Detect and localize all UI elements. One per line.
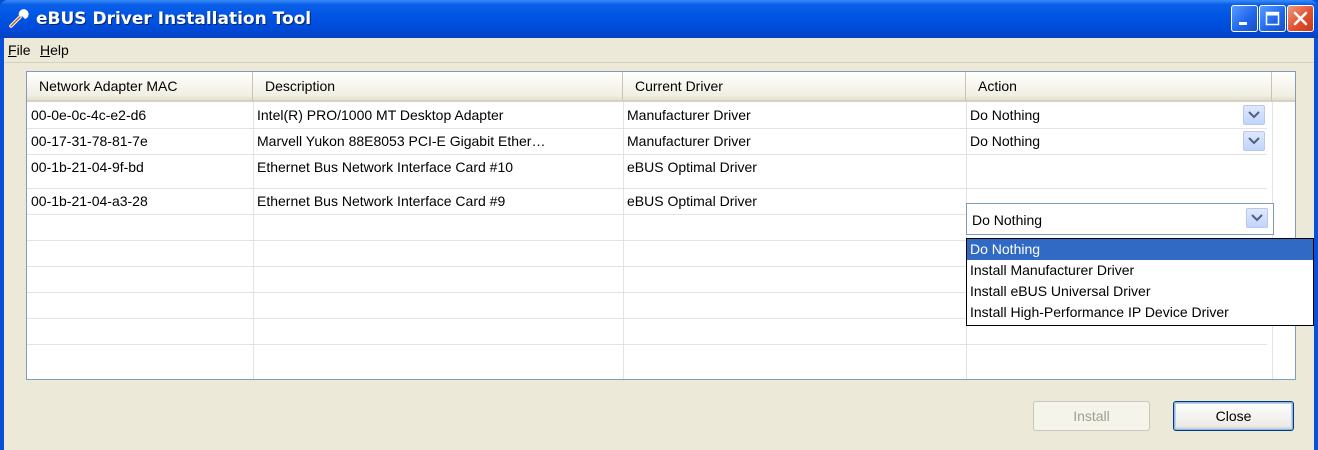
mac-cell: 00-1b-21-04-9f-bd <box>31 159 144 175</box>
column-header-current-driver[interactable]: Current Driver <box>623 72 966 102</box>
close-window-button[interactable] <box>1287 5 1314 32</box>
dropdown-option-install-manufacturer[interactable]: Install Manufacturer Driver <box>967 260 1313 281</box>
mac-cell: 00-0e-0c-4c-e2-d6 <box>31 107 147 123</box>
action-combo[interactable]: Do Nothing <box>966 102 1236 128</box>
wrench-icon <box>9 9 29 28</box>
title-bar[interactable]: eBUS Driver Installation Tool <box>0 0 1318 38</box>
mac-cell: 00-17-31-78-81-7e <box>31 133 148 149</box>
menu-bar: File Help <box>4 38 1314 63</box>
app-window: eBUS Driver Installation Tool File Help … <box>0 0 1318 450</box>
menu-help[interactable]: Help <box>40 42 69 58</box>
action-combo-active[interactable]: Do Nothing <box>966 203 1274 235</box>
description-cell: Ethernet Bus Network Interface Card #9 <box>257 193 506 209</box>
action-combo[interactable]: Do Nothing <box>966 128 1236 154</box>
window-title: eBUS Driver Installation Tool <box>36 9 312 29</box>
dropdown-option-do-nothing[interactable]: Do Nothing <box>967 239 1313 260</box>
description-cell: Marvell Yukon 88E8053 PCI-E Gigabit Ethe… <box>257 133 546 149</box>
table-row[interactable]: 00-17-31-78-81-7e Marvell Yukon 88E8053 … <box>27 128 1267 155</box>
mac-cell: 00-1b-21-04-a3-28 <box>31 193 148 209</box>
minimize-button[interactable] <box>1231 5 1258 32</box>
menu-file[interactable]: File <box>8 42 31 58</box>
dropdown-option-install-ebus-universal[interactable]: Install eBUS Universal Driver <box>967 281 1313 302</box>
combo-selected-value: Do Nothing <box>972 212 1043 228</box>
maximize-icon <box>1265 11 1280 26</box>
driver-cell: eBUS Optimal Driver <box>627 159 757 175</box>
table-row[interactable]: 00-0e-0c-4c-e2-d6 Intel(R) PRO/1000 MT D… <box>27 102 1267 129</box>
menu-file-accel: F <box>8 42 17 58</box>
menu-file-label: ile <box>16 42 31 58</box>
menu-help-label: elp <box>50 42 69 58</box>
minimize-icon <box>1239 22 1247 25</box>
combo-dropdown-button[interactable] <box>1243 105 1265 125</box>
combo-dropdown-button[interactable] <box>1243 131 1265 151</box>
driver-cell: eBUS Optimal Driver <box>627 193 757 209</box>
maximize-button[interactable] <box>1259 5 1286 32</box>
chevron-down-icon <box>1248 137 1260 145</box>
column-header-mac[interactable]: Network Adapter MAC <box>27 72 253 102</box>
dropdown-option-install-high-performance[interactable]: Install High-Performance IP Device Drive… <box>967 302 1313 323</box>
description-cell: Intel(R) PRO/1000 MT Desktop Adapter <box>257 107 504 123</box>
close-icon <box>1293 11 1308 26</box>
empty-row <box>27 344 1267 370</box>
column-header-filler <box>1272 72 1295 102</box>
install-button[interactable]: Install <box>1033 401 1150 431</box>
driver-cell: Manufacturer Driver <box>627 107 751 123</box>
menu-help-accel: H <box>40 42 51 58</box>
driver-cell: Manufacturer Driver <box>627 133 751 149</box>
description-cell: Ethernet Bus Network Interface Card #10 <box>257 159 514 175</box>
chevron-down-icon <box>1248 111 1260 119</box>
table-row[interactable]: 00-1b-21-04-9f-bd Ethernet Bus Network I… <box>27 154 1267 189</box>
close-button[interactable]: Close <box>1173 401 1294 431</box>
column-header-action[interactable]: Action <box>966 72 1272 102</box>
chevron-down-icon <box>1251 214 1263 222</box>
action-dropdown-list[interactable]: Do Nothing Install Manufacturer Driver I… <box>966 238 1314 326</box>
column-header-description[interactable]: Description <box>253 72 623 102</box>
combo-dropdown-button[interactable] <box>1246 208 1268 228</box>
